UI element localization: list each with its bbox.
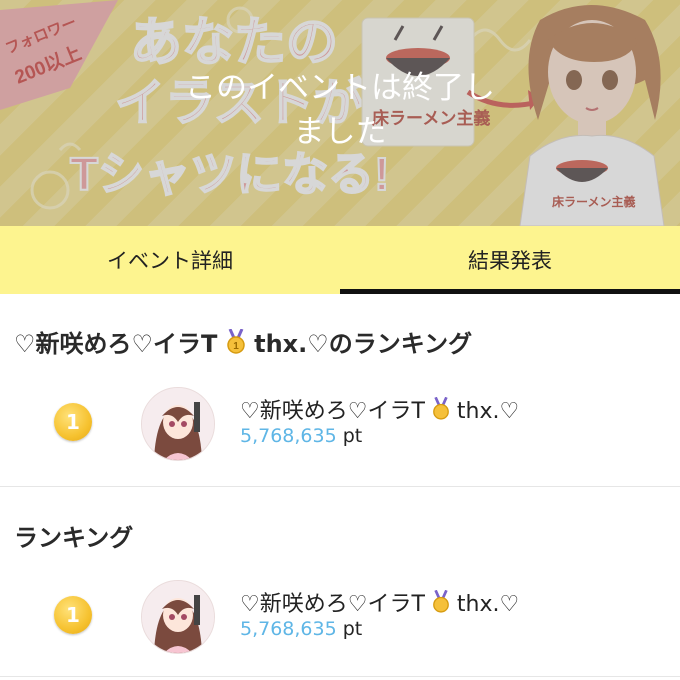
user-points: 5,768,635 pt (240, 618, 362, 640)
user-name-prefix: ♡新咲めろ♡イラT (240, 592, 425, 617)
section-divider (0, 676, 680, 677)
ranking-row[interactable]: 1 ♡新咲めろ♡イラT thx.♡ 5,768,635 pt (0, 574, 680, 658)
event-ended-message: このイベントは終了し ました (170, 66, 510, 154)
tab-event-details-label: イベント詳細 (107, 249, 233, 273)
event-ended-line2: ました (293, 114, 387, 150)
rank-badge: 1 (54, 596, 92, 634)
points-unit: pt (342, 425, 363, 447)
rank-badge: 1 (54, 403, 92, 441)
avatar (141, 387, 215, 461)
user-ranking-row[interactable]: 1 ♡新咲めろ♡イラT thx.♡ 5,768,635 pt (0, 381, 680, 465)
tab-bar: イベント詳細 結果発表 (0, 226, 680, 294)
tab-event-details[interactable]: イベント詳細 (0, 226, 340, 294)
user-ranking-title-prefix: ♡新咲めろ♡イラT (14, 330, 218, 358)
points-unit: pt (342, 618, 363, 640)
points-value: 5,768,635 (240, 425, 337, 447)
svg-text:1: 1 (233, 341, 239, 352)
user-name-suffix: thx.♡ (456, 399, 520, 424)
user-ranking-title-suffix: thx.♡のランキング (254, 330, 473, 358)
event-banner: フォロワー 200以上 あなたの イラストが Tシャツになる! 床ラーメン主義 (0, 0, 680, 226)
user-points: 5,768,635 pt (240, 425, 362, 447)
user-name: ♡新咲めろ♡イラT thx.♡ (240, 393, 519, 425)
medal-icon (433, 590, 449, 613)
user-name-suffix: thx.♡ (456, 592, 520, 617)
event-ended-line1: このイベントは終了し (185, 70, 495, 106)
tab-results[interactable]: 結果発表 (340, 226, 680, 294)
user-name: ♡新咲めろ♡イラT thx.♡ (240, 586, 519, 618)
medal-icon (433, 397, 449, 420)
user-ranking-title: ♡新咲めろ♡イラT 1 thx.♡のランキング (14, 324, 472, 359)
points-value: 5,768,635 (240, 618, 337, 640)
medal-icon: 1 (227, 329, 245, 354)
section-divider (0, 486, 680, 487)
ranking-title: ランキング (14, 524, 134, 552)
user-name-prefix: ♡新咲めろ♡イラT (240, 399, 425, 424)
avatar (141, 580, 215, 654)
tab-results-label: 結果発表 (468, 249, 552, 273)
